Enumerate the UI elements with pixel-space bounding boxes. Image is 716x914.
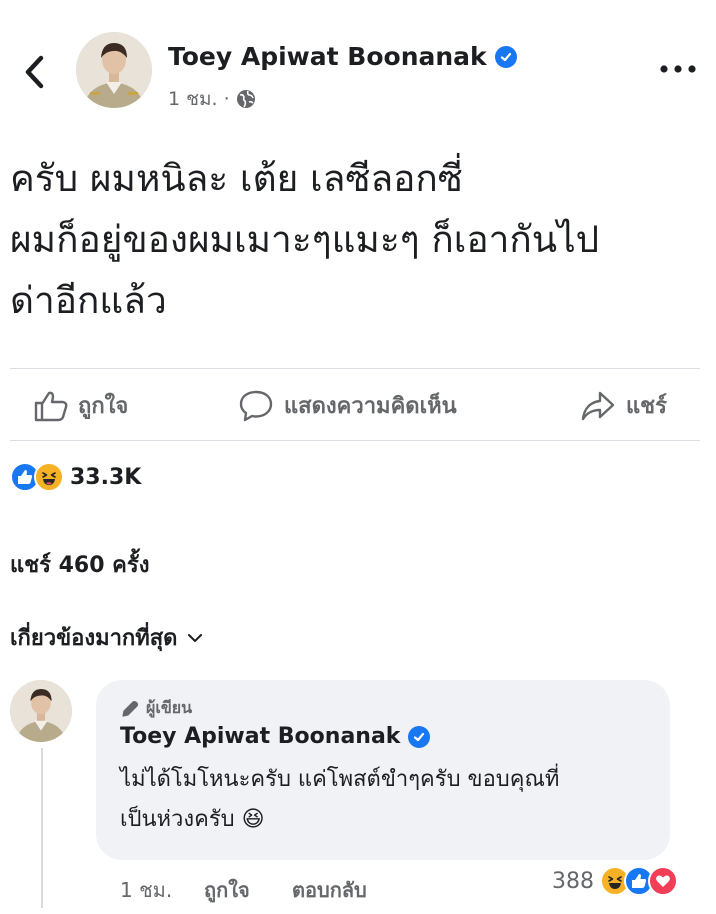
comment-reply-button[interactable]: ตอบกลับ: [292, 874, 367, 906]
comment-button[interactable]: แสดงความคิดเห็น: [238, 388, 457, 423]
author-badge: ผู้เขียน: [120, 696, 192, 721]
badge-label: ผู้เขียน: [146, 698, 193, 717]
chevron-down-icon: [188, 633, 203, 642]
post-time[interactable]: 1 ชม. ·: [168, 84, 230, 114]
post-line: ครับ ผมหนิละ เต้ย เลซีลอกซี่: [10, 157, 463, 200]
comment-time[interactable]: 1 ชม.: [120, 874, 172, 906]
pen-icon: [122, 700, 139, 717]
like-button[interactable]: ถูกใจ: [34, 388, 128, 423]
share-label: แชร์: [626, 394, 667, 419]
shares-count[interactable]: แชร์ 460 ครั้ง: [10, 547, 149, 582]
comment-line: เป็นห่วงครับ 😆: [120, 807, 265, 832]
haha-icon: [34, 462, 64, 492]
love-icon: [648, 866, 678, 896]
comment-icon: [239, 390, 273, 421]
sort-label: เกี่ยวข้องมากที่สุด: [10, 626, 178, 651]
commenter-avatar[interactable]: [10, 680, 72, 742]
author-avatar[interactable]: [76, 32, 152, 108]
more-options-button[interactable]: [656, 52, 700, 86]
post-meta: 1 ชม. ·: [168, 84, 256, 114]
share-button[interactable]: แชร์: [580, 388, 667, 423]
comment-line: ไม่ได้โมโหนะครับ แค่โพสต์ขำๆครับ ขอบคุณท…: [120, 767, 560, 792]
reaction-count: 33.3K: [70, 464, 142, 490]
comment-reactions[interactable]: 388: [552, 866, 678, 896]
divider: [10, 440, 700, 441]
post-line: ผมก็อยู่ของผมเมาะๆแมะๆ ก็เอากันไป: [10, 218, 600, 261]
more-dots-icon: [660, 65, 696, 73]
comment-author: Toey Apiwat Boonanak: [120, 724, 431, 749]
post-author: Toey Apiwat Boonanak: [168, 42, 517, 71]
post-text: ครับ ผมหนิละ เต้ย เลซีลอกซี่ ผมก็อยู่ของ…: [10, 148, 710, 331]
like-icon: [34, 391, 68, 421]
verified-badge-icon: [494, 45, 517, 68]
reaction-summary[interactable]: 33.3K: [10, 462, 141, 492]
chevron-left-icon: [25, 55, 44, 89]
comment-reaction-count: 388: [552, 868, 594, 894]
comment-label: แสดงความคิดเห็น: [284, 394, 457, 419]
comment-like-button[interactable]: ถูกใจ: [204, 874, 250, 906]
share-icon: [581, 391, 615, 420]
divider: [10, 368, 700, 369]
comment-text: ไม่ได้โมโหนะครับ แค่โพสต์ขำๆครับ ขอบคุณท…: [120, 760, 660, 840]
author-name[interactable]: Toey Apiwat Boonanak: [168, 42, 487, 71]
comment-author-name[interactable]: Toey Apiwat Boonanak: [120, 724, 400, 749]
comment-sort-dropdown[interactable]: เกี่ยวข้องมากที่สุด: [10, 620, 203, 655]
thread-line: [41, 748, 43, 908]
like-label: ถูกใจ: [78, 394, 129, 419]
verified-badge-icon: [408, 725, 431, 748]
back-button[interactable]: [14, 44, 54, 100]
post-line: ด่าอีกแล้ว: [10, 279, 167, 322]
globe-icon: [236, 90, 255, 108]
